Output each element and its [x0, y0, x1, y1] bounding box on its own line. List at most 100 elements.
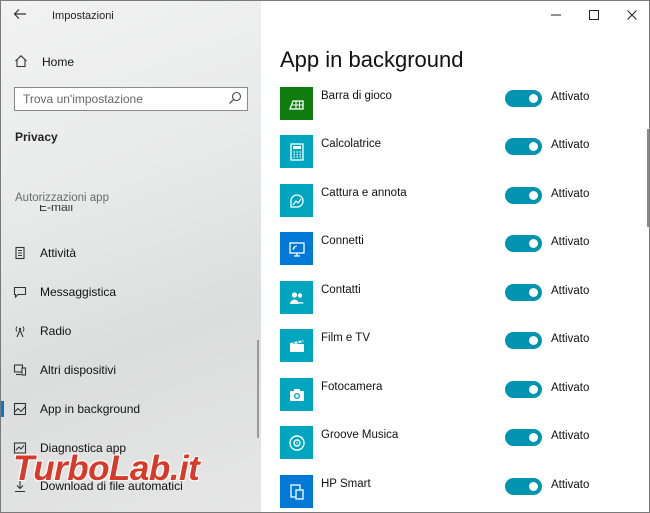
groove-icon — [288, 434, 305, 451]
toggle-knob — [529, 288, 538, 297]
background-toggle[interactable] — [505, 332, 542, 349]
toggle-knob — [529, 94, 538, 103]
sidebar-item-messaggistica[interactable]: Messaggistica — [1, 277, 256, 307]
sidebar-item-altri-dispositivi[interactable]: Altri dispositivi — [1, 355, 256, 385]
app-name: Contatti — [321, 284, 361, 296]
background-toggle[interactable] — [505, 90, 542, 107]
snip-icon — [289, 193, 304, 208]
radio-icon — [12, 323, 28, 339]
sidebar-item-label: Altri dispositivi — [40, 363, 117, 377]
sidebar-item-radio[interactable]: Radio — [1, 316, 256, 346]
maximize-icon — [589, 10, 599, 20]
background-toggle[interactable] — [505, 284, 542, 301]
app-row-barra-di-gioco: Barra di gioco Attivato — [261, 87, 641, 135]
toggle-state: Attivato — [551, 382, 590, 394]
toggle-state: Attivato — [551, 479, 590, 491]
contacts-icon — [289, 291, 304, 304]
app-tile — [280, 475, 313, 508]
app-row-calcolatrice: Calcolatrice Attivato — [261, 135, 641, 183]
home-nav-item[interactable]: Home — [13, 52, 74, 72]
app-row-film-e-tv: Film e TV Attivato — [261, 329, 641, 377]
toggle-knob — [529, 336, 538, 345]
watermark-logo: TurboLab.it — [13, 449, 200, 488]
app-tile — [280, 184, 313, 217]
home-icon — [13, 54, 29, 71]
toggle-state: Attivato — [551, 139, 590, 151]
app-tile — [280, 232, 313, 265]
section-title: Privacy — [15, 130, 58, 144]
toggle-knob — [529, 191, 538, 200]
sidebar: Impostazioni Home Privacy Autorizzazioni… — [1, 1, 261, 512]
background-apps-icon — [12, 401, 28, 417]
background-toggle[interactable] — [505, 187, 542, 204]
background-toggle[interactable] — [505, 381, 542, 398]
app-row-fotocamera: Fotocamera Attivato — [261, 378, 641, 426]
toggle-knob — [529, 385, 538, 394]
page-title: App in background — [280, 47, 464, 72]
app-row-hp-smart: HP Smart Attivato — [261, 475, 641, 512]
background-toggle[interactable] — [505, 138, 542, 155]
toggle-knob — [529, 142, 538, 151]
app-tile — [280, 87, 313, 120]
app-name: Calcolatrice — [321, 138, 382, 150]
background-toggle[interactable] — [505, 235, 542, 252]
search-icon[interactable] — [228, 91, 242, 105]
app-tile — [280, 426, 313, 459]
sidebar-item-label: Radio — [40, 324, 72, 338]
window-title: Impostazioni — [52, 10, 114, 22]
camera-icon — [289, 388, 304, 401]
app-row-connetti: Connetti Attivato — [261, 232, 641, 280]
app-tile — [280, 281, 313, 314]
movies-icon — [289, 338, 304, 352]
minimize-button[interactable] — [537, 1, 575, 29]
toggle-state: Attivato — [551, 430, 590, 442]
toggle-state: Attivato — [551, 333, 590, 345]
toggle-knob — [529, 482, 538, 491]
app-name: Connetti — [321, 235, 364, 247]
app-tile — [280, 378, 313, 411]
app-row-cattura-e-annota: Cattura e annota Attivato — [261, 184, 641, 232]
app-name: Groove Musica — [321, 429, 399, 441]
hp-smart-icon — [289, 483, 304, 500]
home-label: Home — [42, 55, 75, 69]
app-name: Fotocamera — [321, 381, 383, 393]
game-bar-icon — [288, 99, 304, 110]
toggle-state: Attivato — [551, 236, 590, 248]
app-name: Film e TV — [321, 332, 370, 344]
sidebar-item-app-in-background[interactable]: App in background — [1, 394, 256, 424]
connect-icon — [288, 241, 305, 257]
sidebar-item-label: Messaggistica — [40, 285, 117, 299]
main-pane: App in background Barra di gioco Attivat… — [261, 1, 649, 512]
app-row-groove-musica: Groove Musica Attivato — [261, 426, 641, 474]
close-icon — [627, 10, 637, 20]
sidebar-item-email-partial[interactable]: E-mail — [39, 205, 73, 213]
background-toggle[interactable] — [505, 478, 542, 495]
settings-window: Impostazioni Home Privacy Autorizzazioni… — [0, 0, 650, 513]
message-icon — [12, 284, 28, 300]
toggle-knob — [529, 239, 538, 248]
group-label: Autorizzazioni app — [15, 192, 109, 204]
activity-icon — [12, 245, 28, 261]
app-name: Barra di gioco — [321, 90, 392, 102]
main-scrollbar[interactable] — [647, 129, 649, 227]
sidebar-item-attivita[interactable]: Attività — [1, 238, 256, 268]
back-button[interactable] — [13, 7, 31, 25]
close-button[interactable] — [613, 1, 649, 29]
toggle-knob — [529, 433, 538, 442]
toggle-state: Attivato — [551, 188, 590, 200]
minimize-icon — [551, 14, 561, 16]
sidebar-scrollbar[interactable] — [257, 340, 259, 438]
app-row-contatti: Contatti Attivato — [261, 281, 641, 329]
active-indicator — [1, 401, 4, 417]
toggle-state: Attivato — [551, 285, 590, 297]
search-box[interactable] — [14, 87, 248, 111]
maximize-button[interactable] — [575, 1, 613, 29]
search-input[interactable] — [15, 88, 215, 110]
sidebar-item-label: App in background — [40, 402, 141, 416]
app-tile — [280, 329, 313, 362]
background-toggle[interactable] — [505, 429, 542, 446]
app-name: Cattura e annota — [321, 187, 407, 199]
app-tile — [280, 135, 313, 168]
sidebar-item-label: Attività — [40, 246, 77, 260]
calculator-icon — [289, 142, 304, 161]
